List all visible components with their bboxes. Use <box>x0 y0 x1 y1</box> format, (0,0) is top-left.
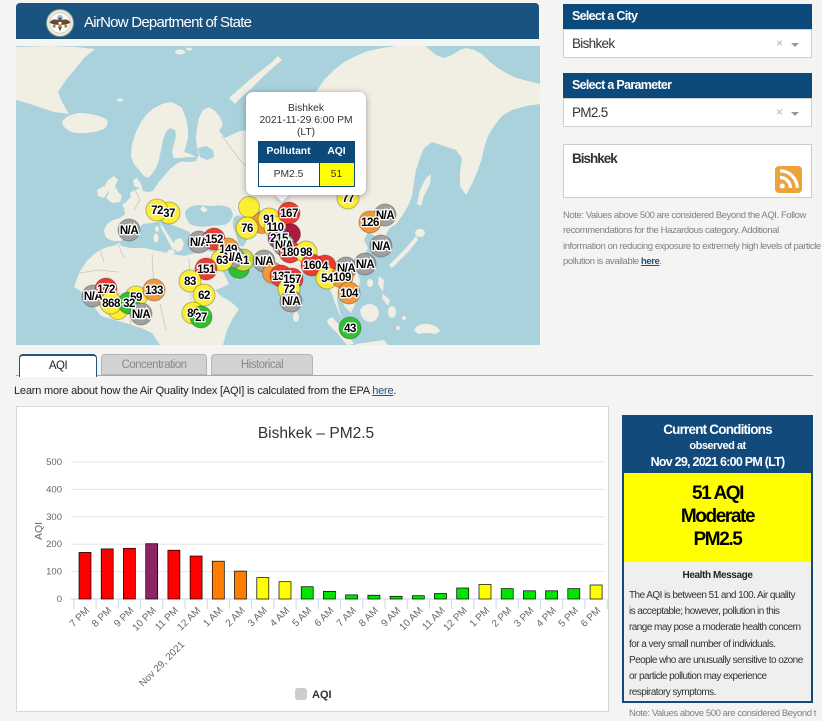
svg-text:126: 126 <box>361 217 379 229</box>
svg-text:109: 109 <box>333 272 351 284</box>
svg-text:N/A: N/A <box>255 256 274 268</box>
svg-text:5 PM: 5 PM <box>557 605 581 629</box>
svg-text:76: 76 <box>241 223 253 235</box>
svg-text:AQI: AQI <box>312 689 332 701</box>
svg-text:12 PM: 12 PM <box>442 605 470 633</box>
svg-text:N/A: N/A <box>282 296 301 308</box>
svg-text:3 AM: 3 AM <box>246 605 270 629</box>
svg-text:37: 37 <box>163 208 175 220</box>
svg-text:104: 104 <box>340 288 359 300</box>
svg-text:72: 72 <box>151 205 163 217</box>
svg-text:11 PM: 11 PM <box>153 605 181 633</box>
svg-text:6 AM: 6 AM <box>313 605 337 629</box>
svg-text:7 AM: 7 AM <box>335 605 359 629</box>
svg-text:167: 167 <box>280 208 298 220</box>
svg-text:868: 868 <box>102 298 121 310</box>
svg-text:63: 63 <box>216 255 228 267</box>
svg-text:27: 27 <box>195 312 207 324</box>
svg-text:1 PM: 1 PM <box>468 605 492 629</box>
svg-text:6 PM: 6 PM <box>579 605 603 629</box>
svg-text:8 AM: 8 AM <box>357 605 381 629</box>
svg-text:7 PM: 7 PM <box>68 605 92 629</box>
svg-text:5 AM: 5 AM <box>290 605 314 629</box>
svg-text:2 PM: 2 PM <box>490 605 514 629</box>
svg-text:2 AM: 2 AM <box>224 605 248 629</box>
svg-text:172: 172 <box>97 284 115 296</box>
svg-text:151: 151 <box>197 264 216 276</box>
svg-text:N/A: N/A <box>356 259 375 271</box>
svg-text:400: 400 <box>46 484 62 495</box>
svg-text:500: 500 <box>46 457 62 468</box>
svg-text:N/A: N/A <box>120 225 139 237</box>
svg-text:72: 72 <box>283 284 295 296</box>
svg-text:Nov 29, 2021: Nov 29, 2021 <box>137 639 187 689</box>
svg-text:Bishkek – PM2.5: Bishkek – PM2.5 <box>258 425 374 442</box>
svg-text:4 AM: 4 AM <box>268 605 292 629</box>
svg-text:43: 43 <box>344 323 356 335</box>
svg-text:10 PM: 10 PM <box>131 605 159 633</box>
svg-text:N/A: N/A <box>372 241 391 253</box>
svg-text:100: 100 <box>46 567 62 578</box>
svg-text:54: 54 <box>321 273 334 285</box>
svg-text:180: 180 <box>281 247 299 259</box>
svg-text:98: 98 <box>300 247 313 259</box>
svg-text:8 PM: 8 PM <box>90 605 114 629</box>
svg-text:133: 133 <box>145 285 163 297</box>
svg-text:0: 0 <box>57 594 62 605</box>
svg-text:200: 200 <box>46 539 62 550</box>
svg-text:10 AM: 10 AM <box>398 605 426 633</box>
svg-text:1 AM: 1 AM <box>202 605 226 629</box>
svg-text:12 AM: 12 AM <box>175 605 203 633</box>
svg-text:83: 83 <box>184 276 196 288</box>
svg-text:3 PM: 3 PM <box>512 605 536 629</box>
svg-text:4 PM: 4 PM <box>534 605 558 629</box>
svg-text:62: 62 <box>198 290 210 302</box>
svg-text:300: 300 <box>46 512 62 523</box>
svg-text:AQI: AQI <box>33 522 45 540</box>
svg-text:160: 160 <box>303 260 321 272</box>
svg-text:N/A: N/A <box>132 309 151 321</box>
